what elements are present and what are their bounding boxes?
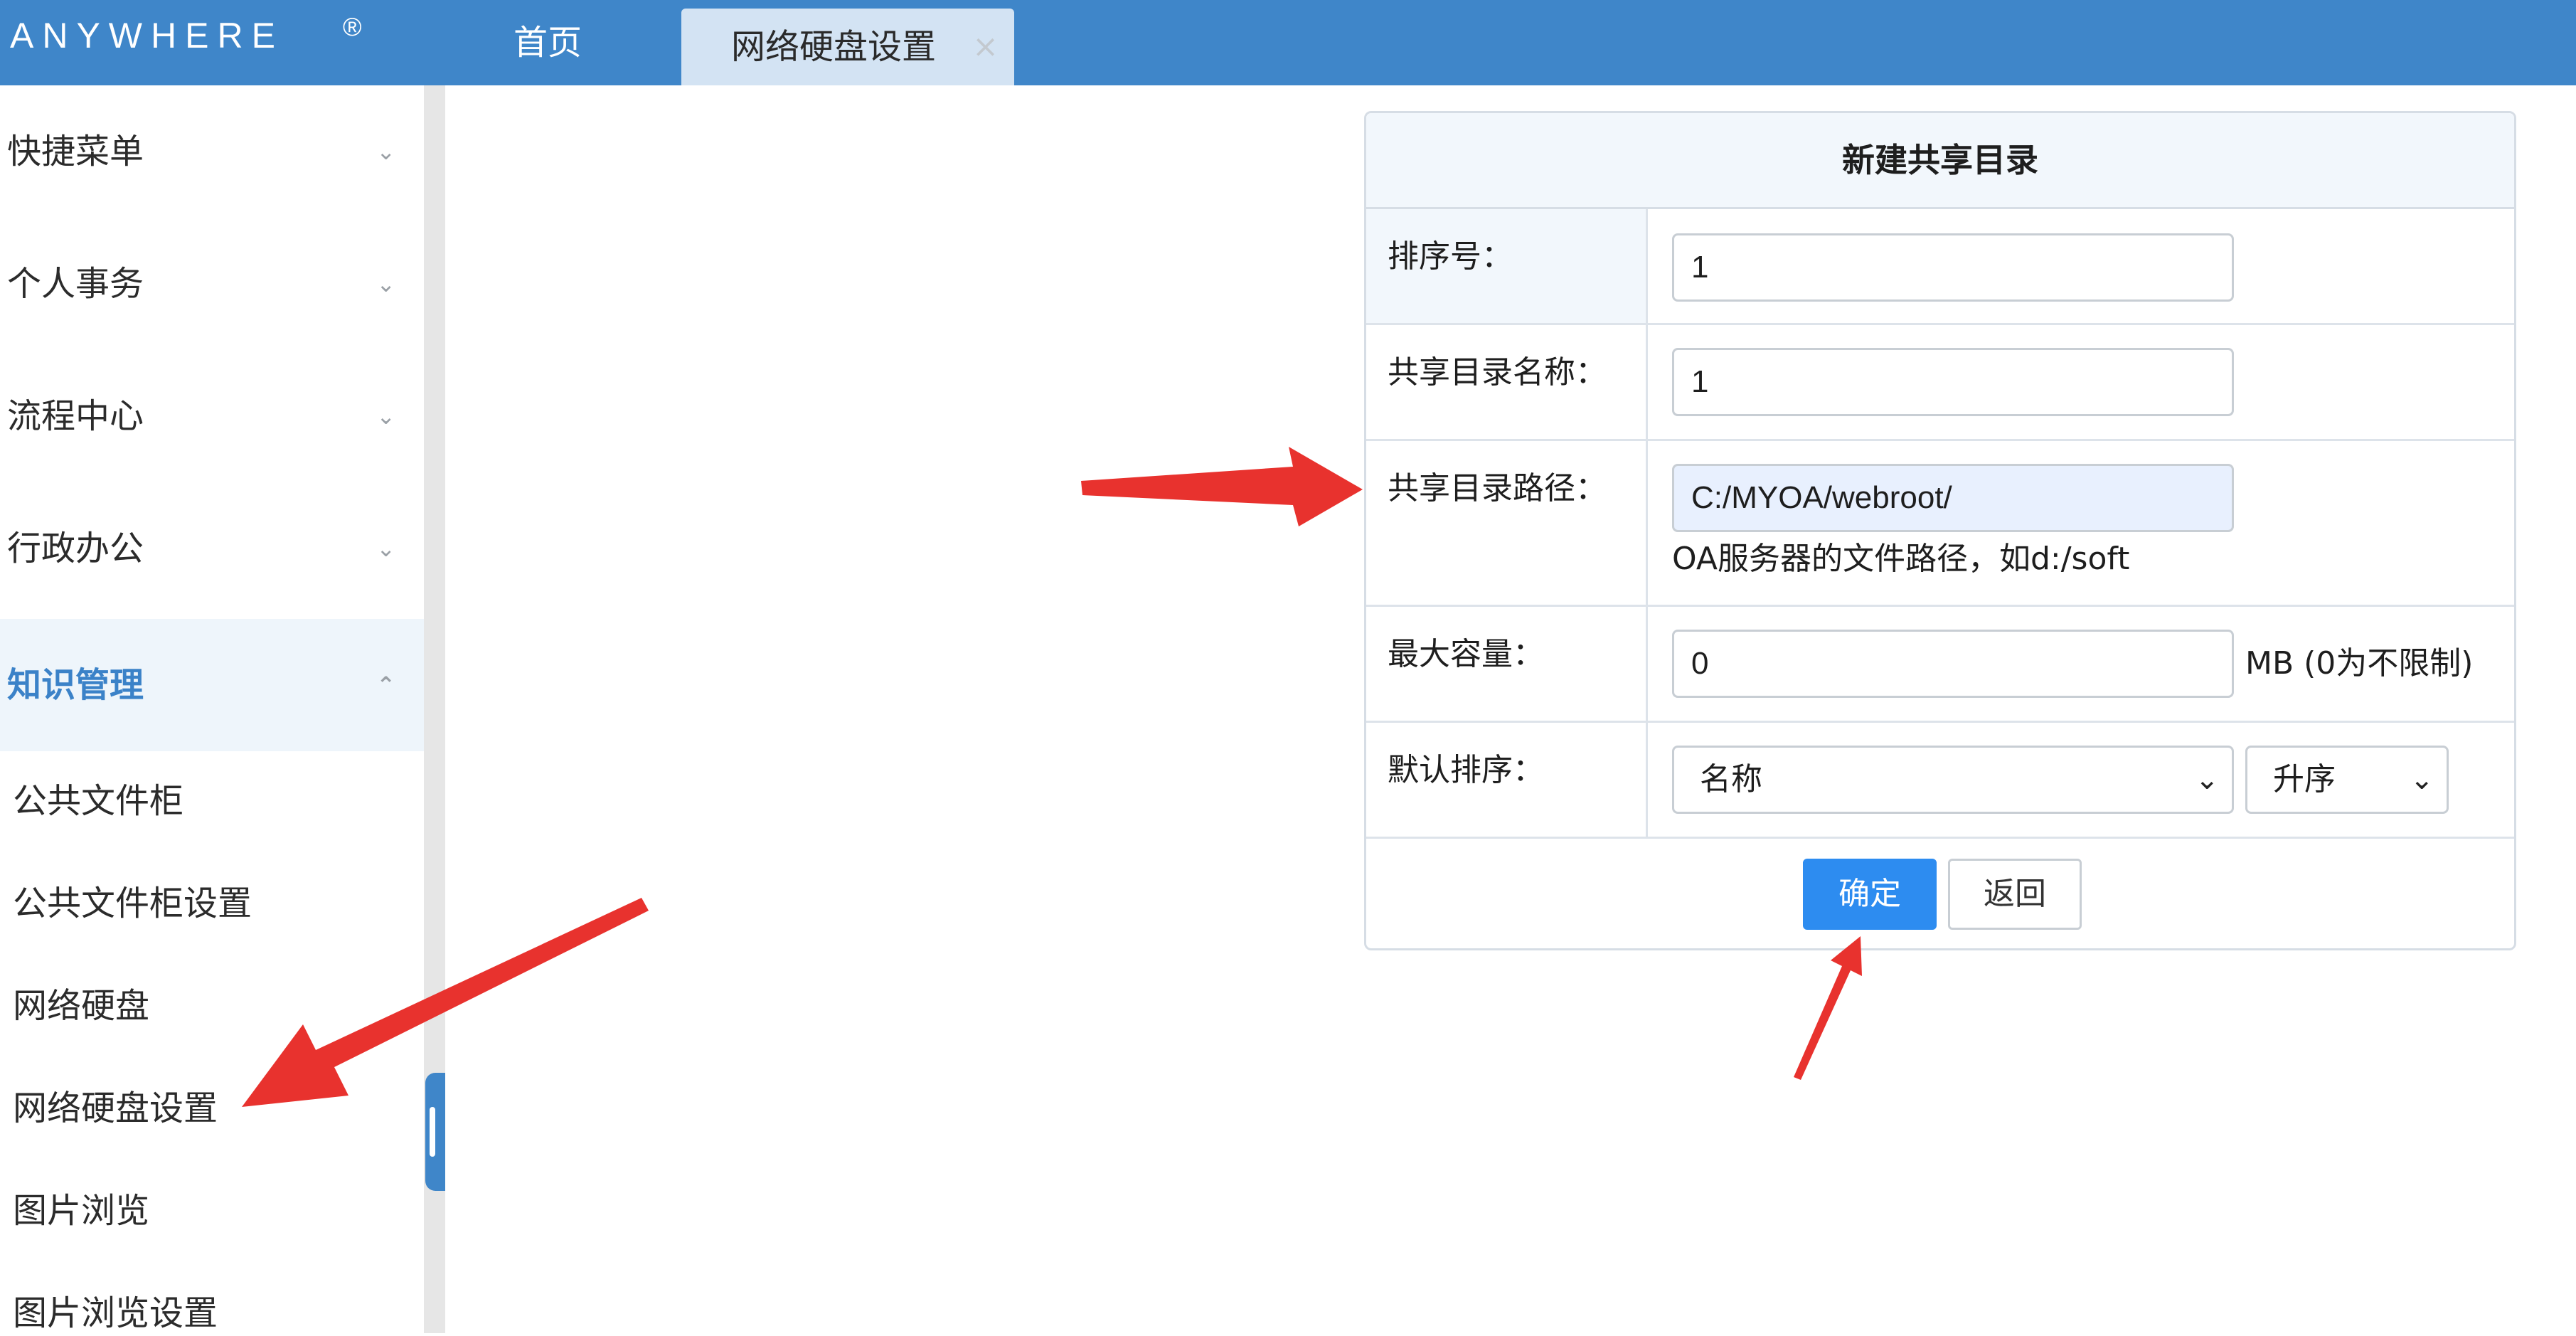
tab-label: 网络硬盘设置	[731, 27, 937, 67]
sidebar-item-public-cabinet[interactable]: 公共文件柜	[13, 778, 183, 824]
collapse-handle-icon	[430, 1107, 435, 1157]
sidebar-group-label: 行政办公	[7, 529, 144, 568]
new-share-directory-form: 新建共享目录 排序号： 1 共享目录名称： 1 共享目录路径： C:/MYOA/…	[1364, 111, 2516, 950]
row-max-capacity: 最大容量： 0 MB (0为不限制)	[1366, 607, 2514, 723]
sort-number-input[interactable]: 1	[1672, 233, 2234, 302]
logo-text: ANYWHERE	[10, 16, 284, 55]
chevron-down-icon: ⌄	[376, 138, 395, 165]
chevron-down-icon: ⌄	[2195, 763, 2219, 796]
default-sort-label: 默认排序：	[1366, 723, 1648, 837]
share-path-input[interactable]: C:/MYOA/webroot/	[1672, 464, 2234, 532]
confirm-button[interactable]: 确定	[1803, 859, 1937, 930]
share-name-label: 共享目录名称：	[1366, 325, 1648, 439]
row-sort-number: 排序号： 1	[1366, 209, 2514, 325]
sidebar-item-image-browse[interactable]: 图片浏览	[13, 1188, 149, 1234]
chevron-up-icon: ⌃	[376, 672, 395, 699]
sidebar-item-network-disk[interactable]: 网络硬盘	[13, 983, 149, 1029]
max-capacity-input[interactable]: 0	[1672, 630, 2234, 698]
sidebar-group-label: 流程中心	[7, 396, 144, 436]
sort-order-select[interactable]: 升序 ⌄	[2245, 746, 2449, 814]
app-logo: ANYWHERE ®	[10, 12, 362, 58]
sidebar-item-network-disk-settings[interactable]: 网络硬盘设置	[13, 1086, 218, 1131]
sidebar-collapse-handle[interactable]	[425, 1073, 445, 1191]
chevron-down-icon: ⌄	[2410, 763, 2434, 796]
registered-mark: ®	[343, 12, 362, 41]
sort-field-select[interactable]: 名称 ⌄	[1672, 746, 2234, 814]
max-capacity-label: 最大容量：	[1366, 607, 1648, 721]
top-bar: ANYWHERE ® 首页 网络硬盘设置 ×	[0, 0, 2576, 85]
row-share-path: 共享目录路径： C:/MYOA/webroot/ OA服务器的文件路径，如d:/…	[1366, 441, 2514, 607]
sidebar-group-label: 个人事务	[7, 264, 144, 304]
share-path-hint: OA服务器的文件路径，如d:/soft	[1672, 541, 2130, 577]
tab-home[interactable]: 首页	[469, 0, 626, 85]
chevron-down-icon: ⌄	[376, 403, 395, 430]
sidebar-group-personal[interactable]: 个人事务 ⌄	[0, 218, 424, 350]
arrow-to-confirm-button	[1794, 936, 1862, 1080]
row-share-name: 共享目录名称： 1	[1366, 325, 2514, 441]
close-icon[interactable]: ×	[972, 9, 999, 85]
sort-field-value: 名称	[1700, 761, 1762, 797]
arrow-to-share-path	[1081, 447, 1363, 526]
chevron-down-icon: ⌄	[376, 270, 395, 297]
sidebar-item-image-browse-settings[interactable]: 图片浏览设置	[13, 1290, 218, 1336]
share-path-label: 共享目录路径：	[1366, 441, 1648, 605]
back-button[interactable]: 返回	[1948, 859, 2082, 930]
form-title: 新建共享目录	[1366, 113, 2514, 209]
sidebar: 快捷菜单 ⌄ 个人事务 ⌄ 流程中心 ⌄ 行政办公 ⌄ 知识管理 ⌃ 公共文件柜…	[0, 85, 424, 1333]
sidebar-group-label: 快捷菜单	[7, 132, 144, 171]
sort-number-label: 排序号：	[1366, 209, 1648, 323]
chevron-down-icon: ⌄	[376, 535, 395, 562]
sidebar-group-shortcuts[interactable]: 快捷菜单 ⌄	[0, 85, 424, 218]
sidebar-group-workflow[interactable]: 流程中心 ⌄	[0, 350, 424, 482]
share-name-input[interactable]: 1	[1672, 348, 2234, 416]
sidebar-group-admin[interactable]: 行政办公 ⌄	[0, 482, 424, 615]
sidebar-item-public-cabinet-settings[interactable]: 公共文件柜设置	[13, 881, 252, 926]
sidebar-group-knowledge[interactable]: 知识管理 ⌃	[0, 619, 424, 751]
max-capacity-unit: MB (0为不限制)	[2245, 645, 2474, 682]
tab-network-disk-settings[interactable]: 网络硬盘设置 ×	[681, 9, 1014, 85]
row-default-sort: 默认排序： 名称 ⌄ 升序 ⌄	[1366, 723, 2514, 839]
sidebar-group-label: 知识管理	[7, 665, 144, 705]
sort-order-value: 升序	[2273, 761, 2336, 797]
